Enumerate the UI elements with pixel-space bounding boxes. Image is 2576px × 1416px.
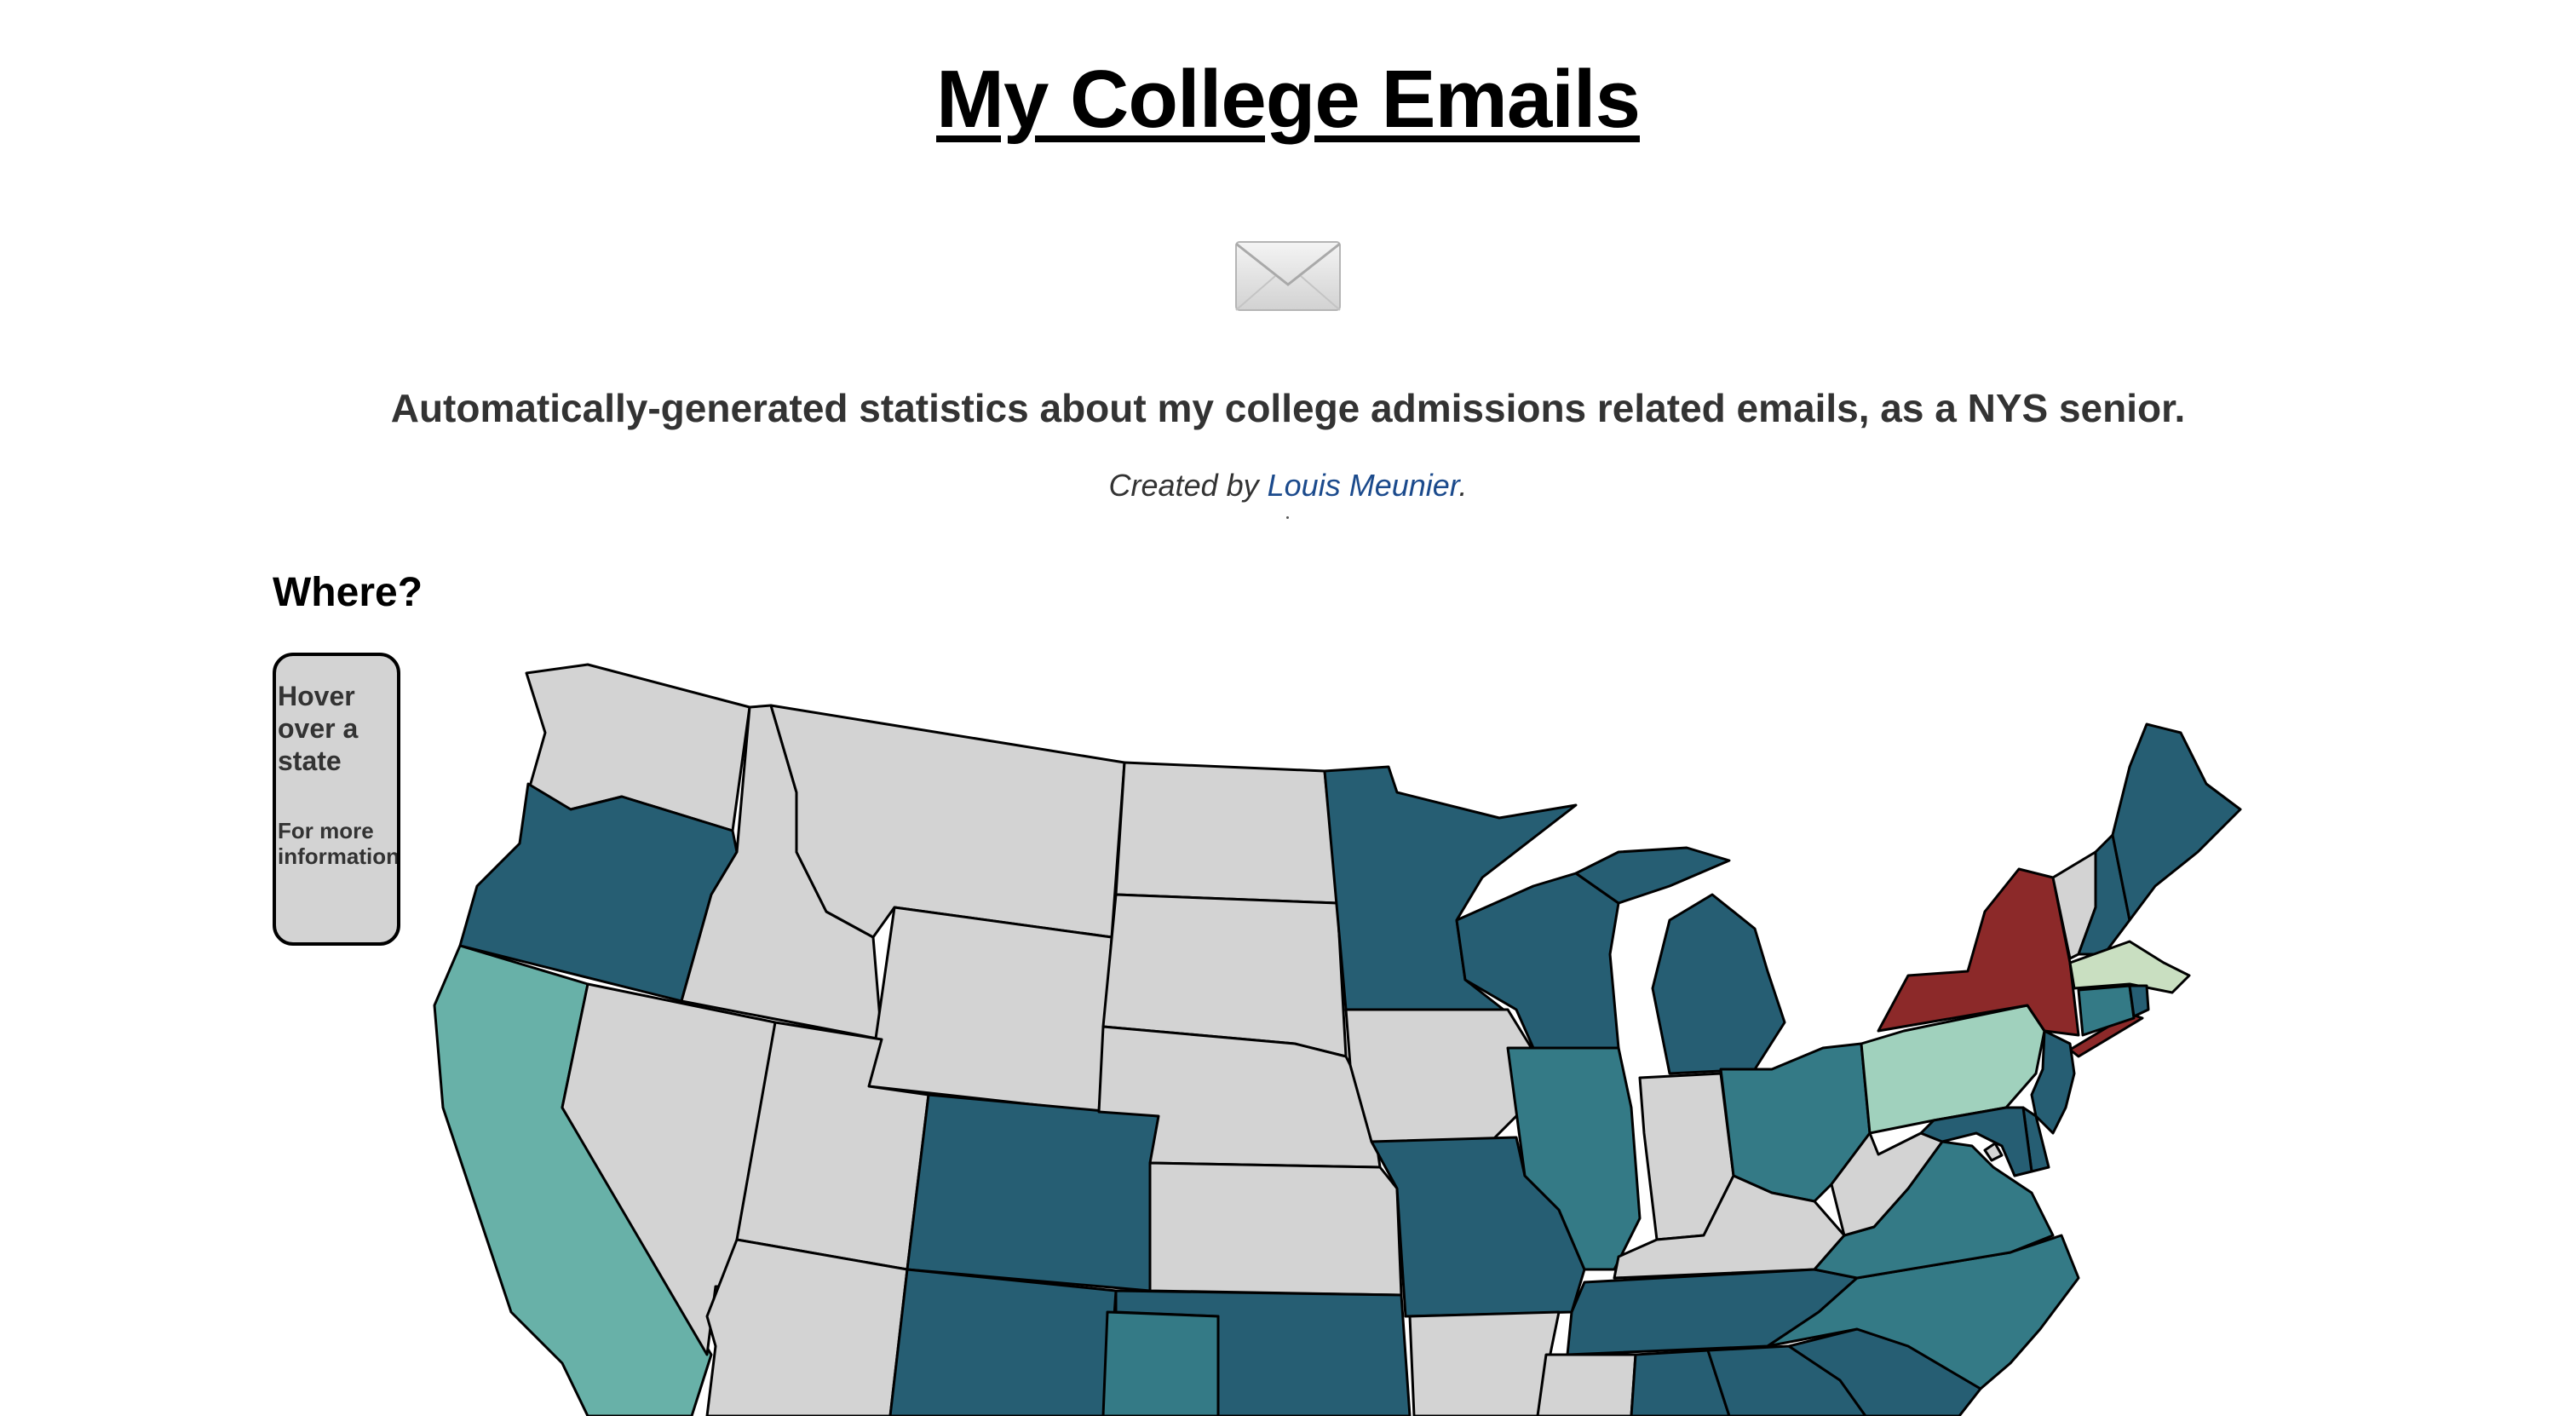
state-texas[interactable] <box>1101 1310 1220 1416</box>
state-mississippi[interactable] <box>1536 1353 1637 1416</box>
state-north-dakota[interactable] <box>1114 761 1339 905</box>
state-new-mexico[interactable] <box>888 1268 1118 1416</box>
state-wyoming[interactable] <box>867 906 1113 1114</box>
state-montana[interactable] <box>769 704 1126 939</box>
state-new-york[interactable] <box>1877 867 2080 1037</box>
state-michigan[interactable] <box>1651 893 1786 1075</box>
state-maine[interactable] <box>2111 722 2242 922</box>
state-rhode-island[interactable] <box>2128 984 2150 1018</box>
us-states-map <box>433 663 2242 1416</box>
state-kansas[interactable] <box>1148 1161 1403 1297</box>
state-colorado[interactable] <box>906 1093 1160 1292</box>
state-arizona[interactable] <box>705 1238 909 1416</box>
state-arkansas[interactable] <box>1408 1310 1561 1416</box>
